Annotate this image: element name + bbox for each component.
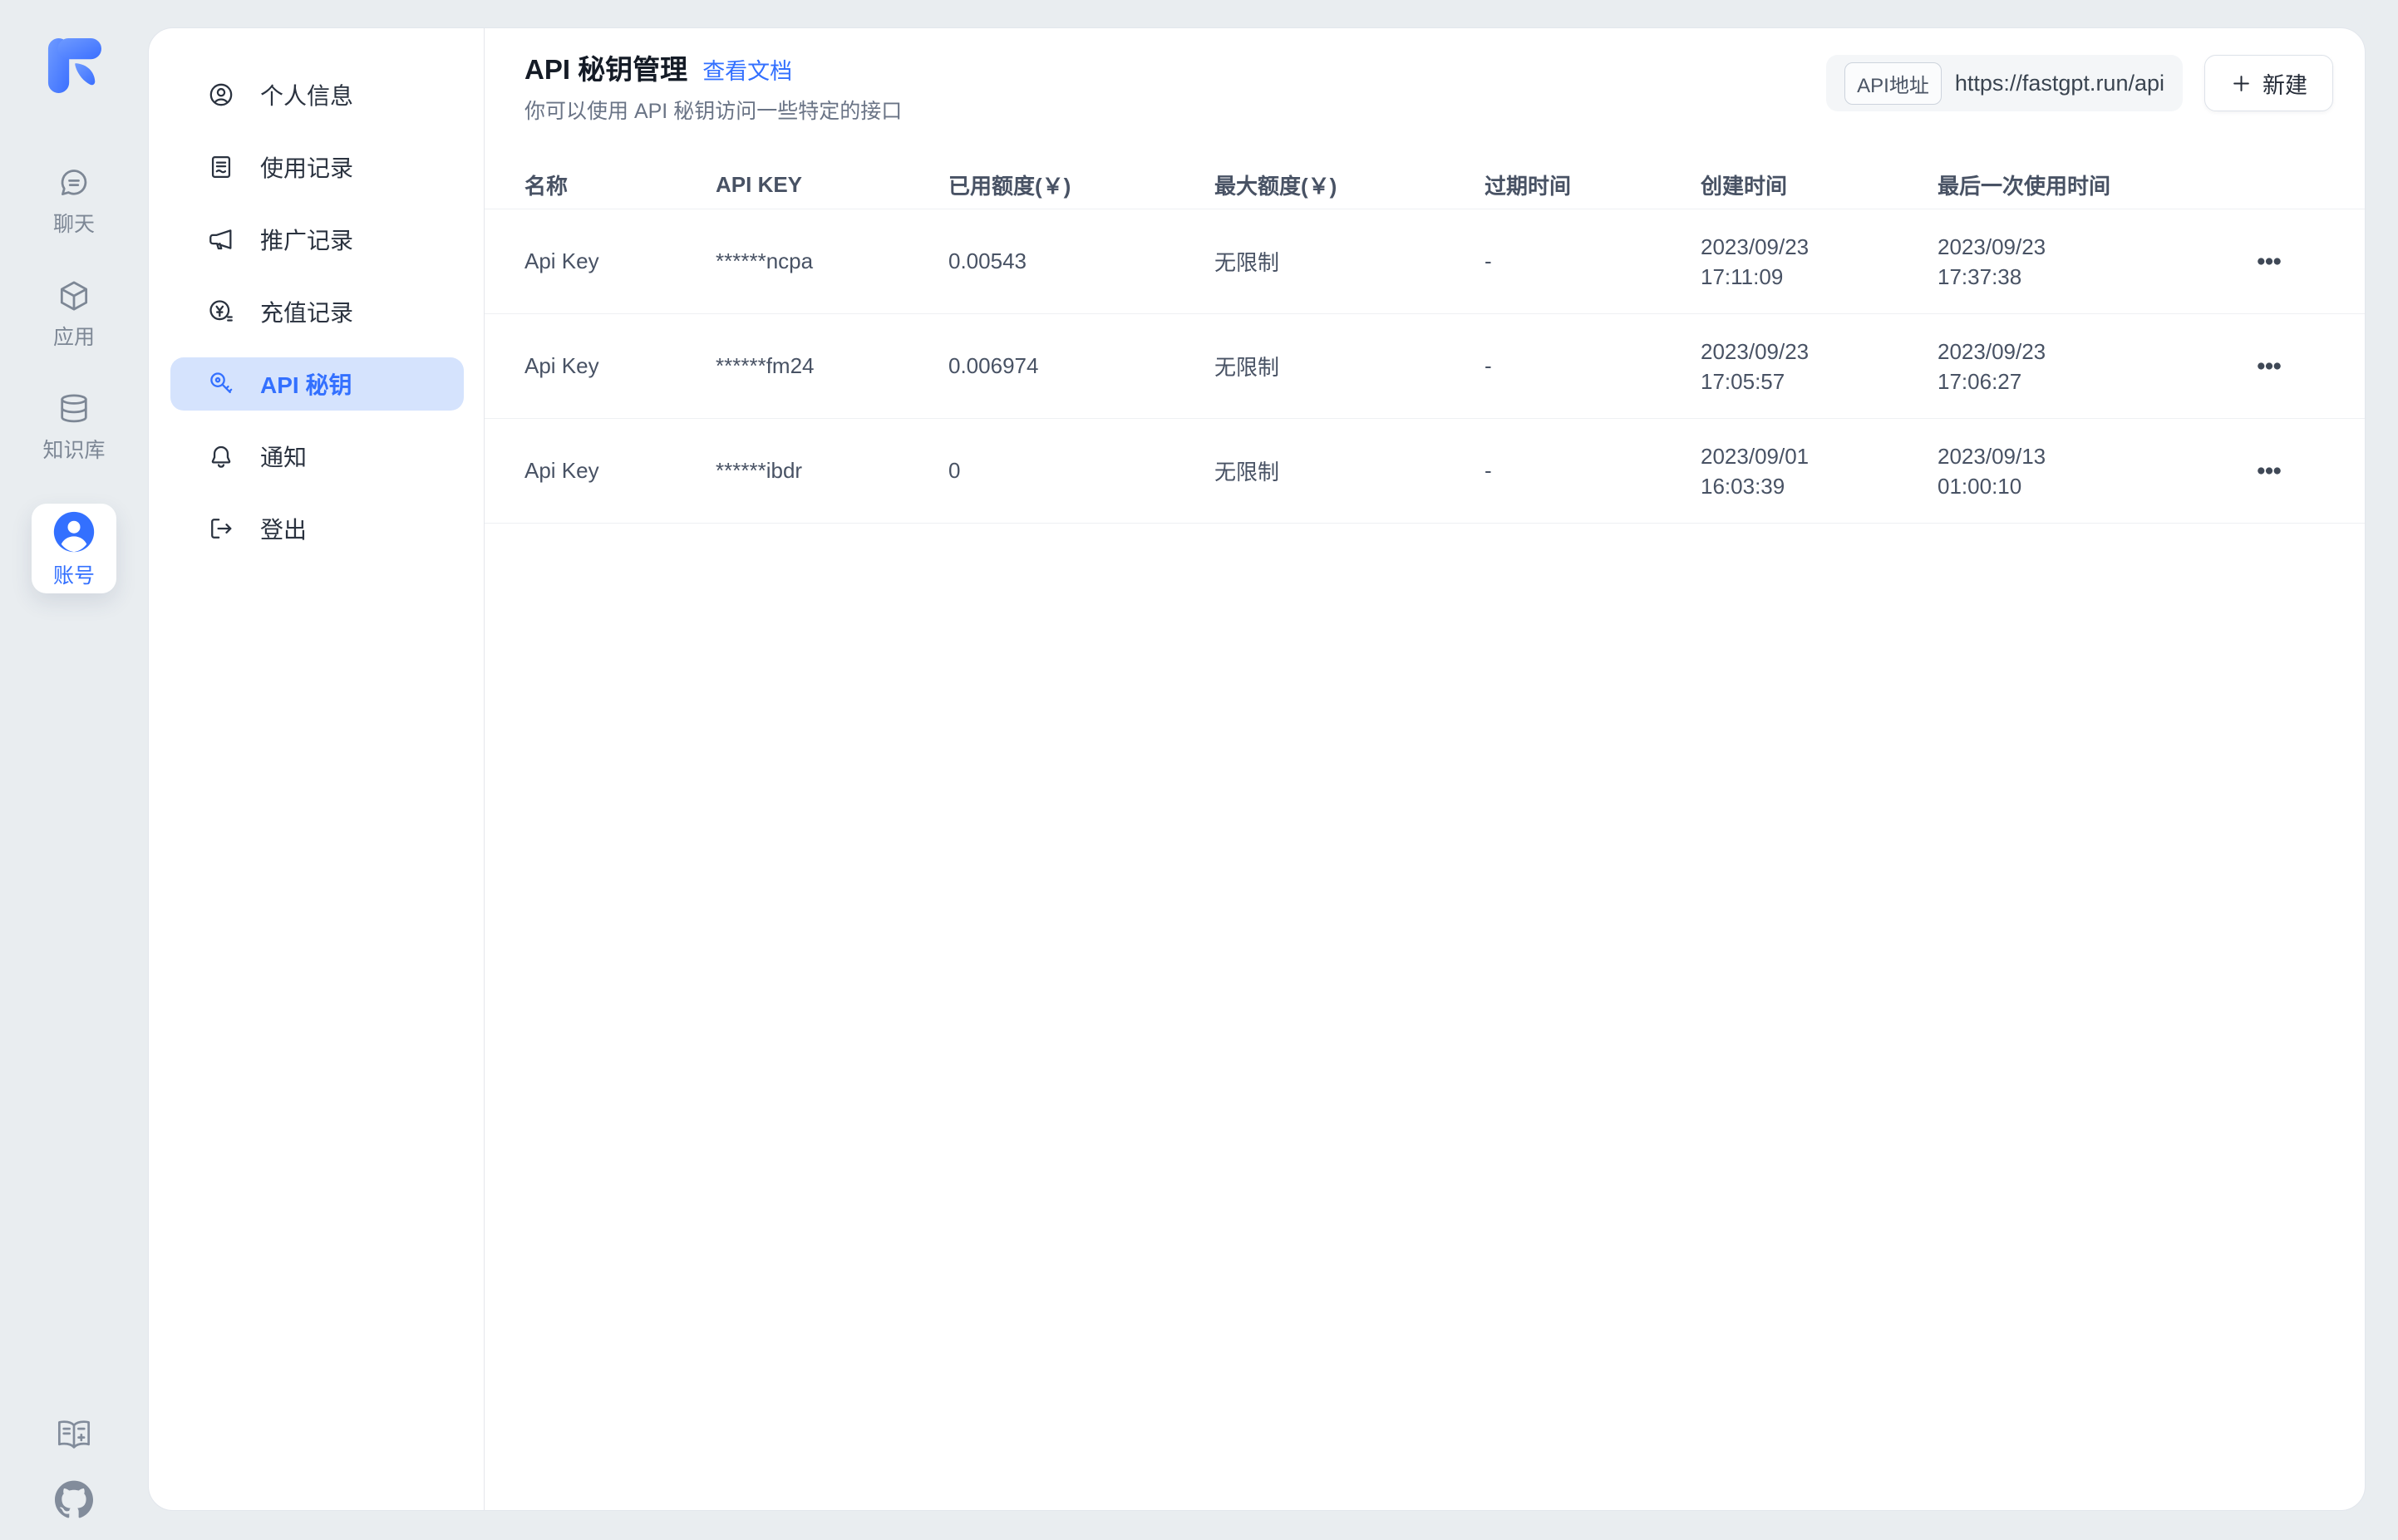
rail-footer	[0, 1415, 148, 1518]
chat-icon	[56, 165, 92, 201]
menu-item-usage[interactable]: 使用记录	[170, 140, 464, 194]
apps-cube-icon	[56, 278, 92, 314]
cell-created: 2023/09/01 16:03:39	[1701, 441, 1938, 501]
more-icon	[2258, 258, 2281, 265]
cell-last-used: 2023/09/23 17:37:38	[1938, 232, 2207, 292]
page-subtitle: 你可以使用 API 秘钥访问一些特定的接口	[524, 95, 902, 125]
api-keys-table: 名称 API KEY 已用额度(￥) 最大额度(￥) 过期时间 创建时间 最后一…	[485, 161, 2365, 524]
rail-item-account[interactable]: 账号	[32, 504, 116, 593]
cell-created: 2023/09/23 17:11:09	[1701, 232, 1938, 292]
rail-item-apps[interactable]: 应用	[21, 278, 127, 351]
create-key-button[interactable]: 新建	[2204, 55, 2333, 111]
page-title: API 秘钥管理	[524, 52, 687, 88]
cell-name: Api Key	[524, 248, 716, 274]
table-row: Api Key ******ncpa 0.00543 无限制 - 2023/09…	[485, 209, 2365, 314]
table-header-row: 名称 API KEY 已用额度(￥) 最大额度(￥) 过期时间 创建时间 最后一…	[485, 161, 2365, 209]
bell-icon	[207, 442, 235, 470]
knowledge-db-icon	[56, 391, 92, 427]
rail-item-label: 聊天	[53, 208, 95, 238]
api-address-badge: API地址	[1844, 62, 1942, 105]
cell-max: 无限制	[1214, 351, 1485, 381]
logout-icon	[207, 514, 235, 543]
col-header-last-used: 最后一次使用时间	[1938, 170, 2207, 200]
cell-used: 0	[948, 458, 1214, 484]
table-row: Api Key ******ibdr 0 无限制 - 2023/09/01 16…	[485, 419, 2365, 524]
rail-item-label: 应用	[53, 321, 95, 351]
cell-expire: -	[1485, 248, 1701, 274]
more-actions-button[interactable]	[2249, 249, 2289, 273]
menu-item-recharge[interactable]: 充值记录	[170, 285, 464, 338]
table-row: Api Key ******fm24 0.006974 无限制 - 2023/0…	[485, 314, 2365, 419]
user-icon	[207, 81, 235, 109]
app-root: 聊天 应用 知识库	[0, 0, 2398, 1540]
col-header-expire: 过期时间	[1485, 170, 1701, 200]
cell-last-used: 2023/09/23 17:06:27	[1938, 337, 2207, 396]
menu-item-logout[interactable]: 登出	[170, 502, 464, 555]
menu-item-label: 使用记录	[260, 150, 353, 184]
col-header-api-key: API KEY	[716, 172, 948, 198]
cell-used: 0.006974	[948, 353, 1214, 379]
main-card: 个人信息 使用记录	[148, 27, 2366, 1511]
key-icon	[207, 370, 235, 398]
rail-nav: 聊天 应用 知识库	[21, 165, 127, 593]
cell-name: Api Key	[524, 353, 716, 379]
cell-api-key: ******ncpa	[716, 248, 948, 274]
create-key-label: 新建	[2263, 67, 2307, 100]
col-header-created: 创建时间	[1701, 170, 1938, 200]
recharge-yen-icon	[207, 298, 235, 326]
menu-item-label: 通知	[260, 440, 307, 473]
view-docs-link[interactable]: 查看文档	[702, 53, 792, 86]
cell-max: 无限制	[1214, 455, 1485, 486]
menu-item-label: 充值记录	[260, 295, 353, 328]
col-header-used: 已用额度(￥)	[948, 170, 1214, 200]
rail-item-knowledge[interactable]: 知识库	[21, 391, 127, 464]
cell-api-key: ******ibdr	[716, 458, 948, 484]
col-header-max: 最大额度(￥)	[1214, 170, 1485, 200]
rail-item-chat[interactable]: 聊天	[21, 165, 127, 238]
cell-expire: -	[1485, 353, 1701, 379]
cell-last-used: 2023/09/13 01:00:10	[1938, 441, 2207, 501]
cell-created: 2023/09/23 17:05:57	[1701, 337, 1938, 396]
more-actions-button[interactable]	[2249, 459, 2289, 483]
cell-max: 无限制	[1214, 246, 1485, 277]
docs-book-icon[interactable]	[55, 1415, 93, 1454]
menu-item-api-keys[interactable]: API 秘钥	[170, 357, 464, 411]
fastgpt-logo-icon[interactable]	[47, 37, 101, 95]
menu-item-label: API 秘钥	[260, 367, 352, 401]
api-address-value: https://fastgpt.run/api	[1955, 71, 2164, 96]
menu-item-profile[interactable]: 个人信息	[170, 68, 464, 121]
account-side-menu: 个人信息 使用记录	[149, 28, 485, 1510]
usage-record-icon	[207, 153, 235, 181]
cell-expire: -	[1485, 458, 1701, 484]
more-icon	[2258, 362, 2281, 370]
cell-name: Api Key	[524, 458, 716, 484]
title-block: API 秘钥管理 查看文档 你可以使用 API 秘钥访问一些特定的接口	[524, 52, 902, 125]
content-header: API 秘钥管理 查看文档 你可以使用 API 秘钥访问一些特定的接口 API地…	[485, 52, 2365, 125]
rail-item-label: 账号	[53, 559, 95, 589]
api-address-box[interactable]: API地址 https://fastgpt.run/api	[1826, 55, 2183, 111]
plus-icon	[2230, 72, 2253, 95]
cell-used: 0.00543	[948, 248, 1214, 274]
rail-item-label: 知识库	[42, 434, 105, 464]
menu-item-notifications[interactable]: 通知	[170, 430, 464, 483]
more-icon	[2258, 467, 2281, 475]
github-icon[interactable]	[55, 1480, 93, 1518]
menu-item-label: 个人信息	[260, 78, 353, 111]
left-rail: 聊天 应用 知识库	[0, 0, 148, 1540]
api-keys-content: API 秘钥管理 查看文档 你可以使用 API 秘钥访问一些特定的接口 API地…	[485, 28, 2365, 1510]
account-avatar-icon	[50, 508, 98, 556]
menu-item-label: 推广记录	[260, 223, 353, 256]
header-actions: API地址 https://fastgpt.run/api 新建	[1826, 55, 2333, 111]
cell-api-key: ******fm24	[716, 353, 948, 379]
col-header-name: 名称	[524, 170, 716, 200]
menu-item-label: 登出	[260, 512, 307, 545]
menu-item-promotion[interactable]: 推广记录	[170, 213, 464, 266]
more-actions-button[interactable]	[2249, 354, 2289, 378]
promotion-megaphone-icon	[207, 225, 235, 253]
